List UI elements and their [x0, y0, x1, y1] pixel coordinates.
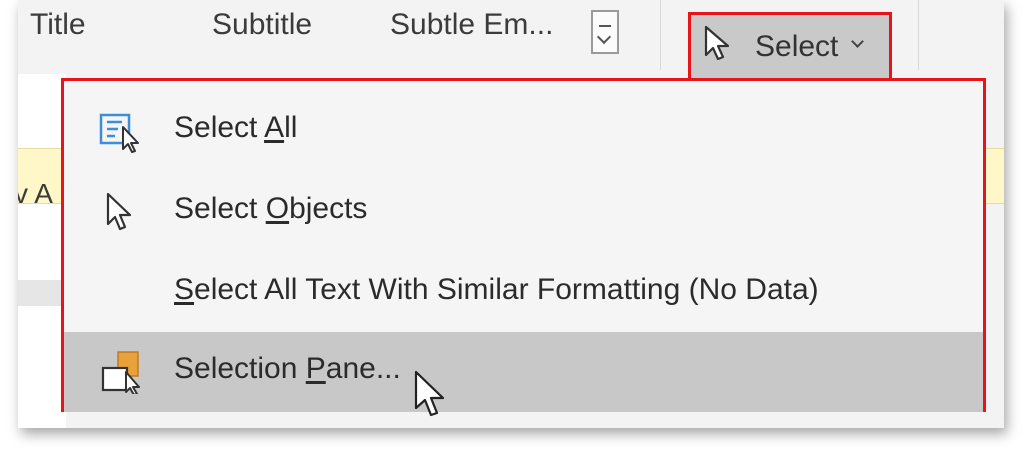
select-objects-icon — [106, 192, 132, 231]
chevron-down-icon — [851, 35, 864, 48]
document-partial-text: v A — [18, 178, 53, 209]
selection-pane-icon — [101, 351, 140, 394]
select-all-icon — [99, 113, 139, 153]
styles-gallery-more-button[interactable] — [591, 10, 619, 54]
select-button-label: Select — [755, 30, 839, 63]
document-gray-strip — [18, 280, 66, 306]
document-area — [18, 74, 66, 428]
mouse-pointer-icon — [414, 370, 445, 417]
screenshot-frame: Title Subtitle Subtle Em... v A Select S… — [18, 0, 1004, 428]
menu-item-selection-pane[interactable]: Selection Pane... — [64, 332, 983, 412]
select-dropdown-menu: Select All Select Objects Select All Tex… — [61, 78, 986, 412]
chevron-down-icon — [596, 29, 612, 45]
cursor-arrow-icon — [704, 25, 730, 61]
menu-item-label: Select Objects — [174, 192, 368, 225]
menu-item-label: Selection Pane... — [174, 352, 401, 385]
select-button[interactable]: Select — [688, 12, 892, 84]
style-subtle-emphasis[interactable]: Subtle Em... — [390, 8, 553, 42]
menu-item-select-objects[interactable]: Select Objects — [64, 172, 983, 252]
ribbon-separator — [660, 0, 661, 70]
menu-item-label: Select All — [174, 111, 298, 144]
gallery-bar-icon — [599, 25, 611, 27]
style-subtitle[interactable]: Subtitle — [212, 8, 312, 42]
menu-item-select-all[interactable]: Select All — [64, 91, 983, 171]
menu-item-select-similar-formatting[interactable]: Select All Text With Similar Formatting … — [64, 253, 983, 333]
menu-item-label: Select All Text With Similar Formatting … — [174, 273, 819, 306]
style-title[interactable]: Title — [30, 8, 86, 42]
ribbon-separator — [918, 0, 919, 70]
